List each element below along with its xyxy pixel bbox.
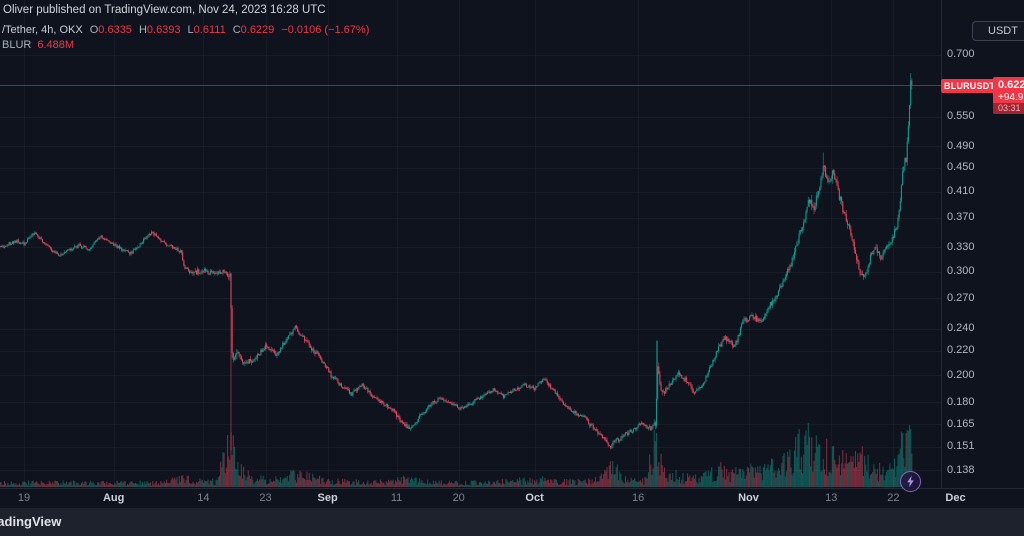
badge-price: 0.6229: [993, 77, 1024, 92]
price-axis-label: 0.220: [947, 344, 975, 356]
time-axis-label: 11: [391, 492, 402, 504]
low-value: 0.6111: [194, 24, 226, 36]
time-axis-label: 13: [825, 492, 837, 504]
badge-bar-countdown: 03:31: [993, 103, 1024, 114]
volume-label: BLUR: [2, 39, 31, 51]
price-axis-label: 0.165: [947, 418, 975, 430]
high-label: H: [139, 24, 147, 36]
price-axis-label: 0.180: [947, 396, 975, 408]
time-axis-label: 20: [453, 492, 465, 504]
price-axis-label: 0.490: [947, 140, 975, 152]
candlestick-chart-canvas[interactable]: [0, 0, 1024, 508]
price-axis-label: 0.370: [947, 211, 975, 223]
price-axis-label: 0.330: [947, 241, 975, 253]
time-axis-label: Nov: [738, 492, 759, 504]
price-axis-label: 0.200: [947, 369, 975, 381]
footer-bar: TradingView: [0, 508, 1024, 536]
price-axis-label: 0.138: [947, 464, 975, 476]
symbol-info-line[interactable]: /Tether, 4h, OKXO0.6335H0.6393L0.6111C0.…: [2, 24, 369, 36]
time-axis-label: Sep: [318, 492, 338, 504]
volume-info-line[interactable]: BLUR 6.488M: [2, 39, 74, 51]
currency-toggle-button[interactable]: USDT: [972, 21, 1024, 41]
symbol-name: /Tether, 4h, OKX: [2, 24, 83, 36]
price-axis-label: 0.151: [947, 440, 975, 452]
price-axis-label: 0.270: [947, 292, 975, 304]
high-value: 0.6393: [147, 24, 181, 36]
change-value: −0.0106 (−1.67%): [281, 24, 369, 36]
time-axis-label: 14: [197, 492, 209, 504]
price-axis-label: 0.300: [947, 265, 975, 277]
lightning-bolt-icon: [904, 475, 917, 488]
close-label: C: [233, 24, 241, 36]
time-axis[interactable]: 19 Aug 14 23 Sep 11 20 Oct 16 Nov 13 22 Dec: [0, 488, 1024, 508]
badge-change-percent: +94.9: [993, 92, 1024, 103]
price-axis-label: 0.450: [947, 161, 975, 173]
time-axis-label: 16: [632, 492, 644, 504]
time-axis-label: Aug: [103, 492, 124, 504]
boost-button[interactable]: [900, 471, 921, 492]
time-axis-label: Dec: [945, 492, 965, 504]
symbol-price-tag: BLURUSDT: [941, 79, 998, 93]
tradingview-published-chart: Oliver published on TradingView.com, Nov…: [0, 0, 1024, 536]
current-price-badge: 0.6229 +94.9 03:31: [993, 77, 1024, 114]
open-value: 0.6335: [98, 24, 132, 36]
volume-value: 6.488M: [37, 39, 74, 51]
time-axis-label: Oct: [525, 492, 543, 504]
open-label: O: [90, 24, 99, 36]
price-axis-label: 0.550: [947, 110, 975, 122]
price-axis-label: 0.240: [947, 322, 975, 334]
tradingview-logo[interactable]: TradingView: [0, 514, 61, 529]
time-axis-label: 23: [259, 492, 271, 504]
price-axis-label: 0.700: [947, 48, 975, 60]
price-axis[interactable]: 0.700 0.550 0.490 0.450 0.410 0.370 0.330 0.300…: [941, 0, 1024, 488]
price-axis-label: 0.410: [947, 185, 975, 197]
close-value: 0.6229: [241, 24, 275, 36]
time-axis-label: 22: [887, 492, 899, 504]
current-price-line: [0, 85, 941, 86]
time-axis-label: 19: [18, 492, 30, 504]
publish-attribution: Oliver published on TradingView.com, Nov…: [3, 4, 326, 16]
